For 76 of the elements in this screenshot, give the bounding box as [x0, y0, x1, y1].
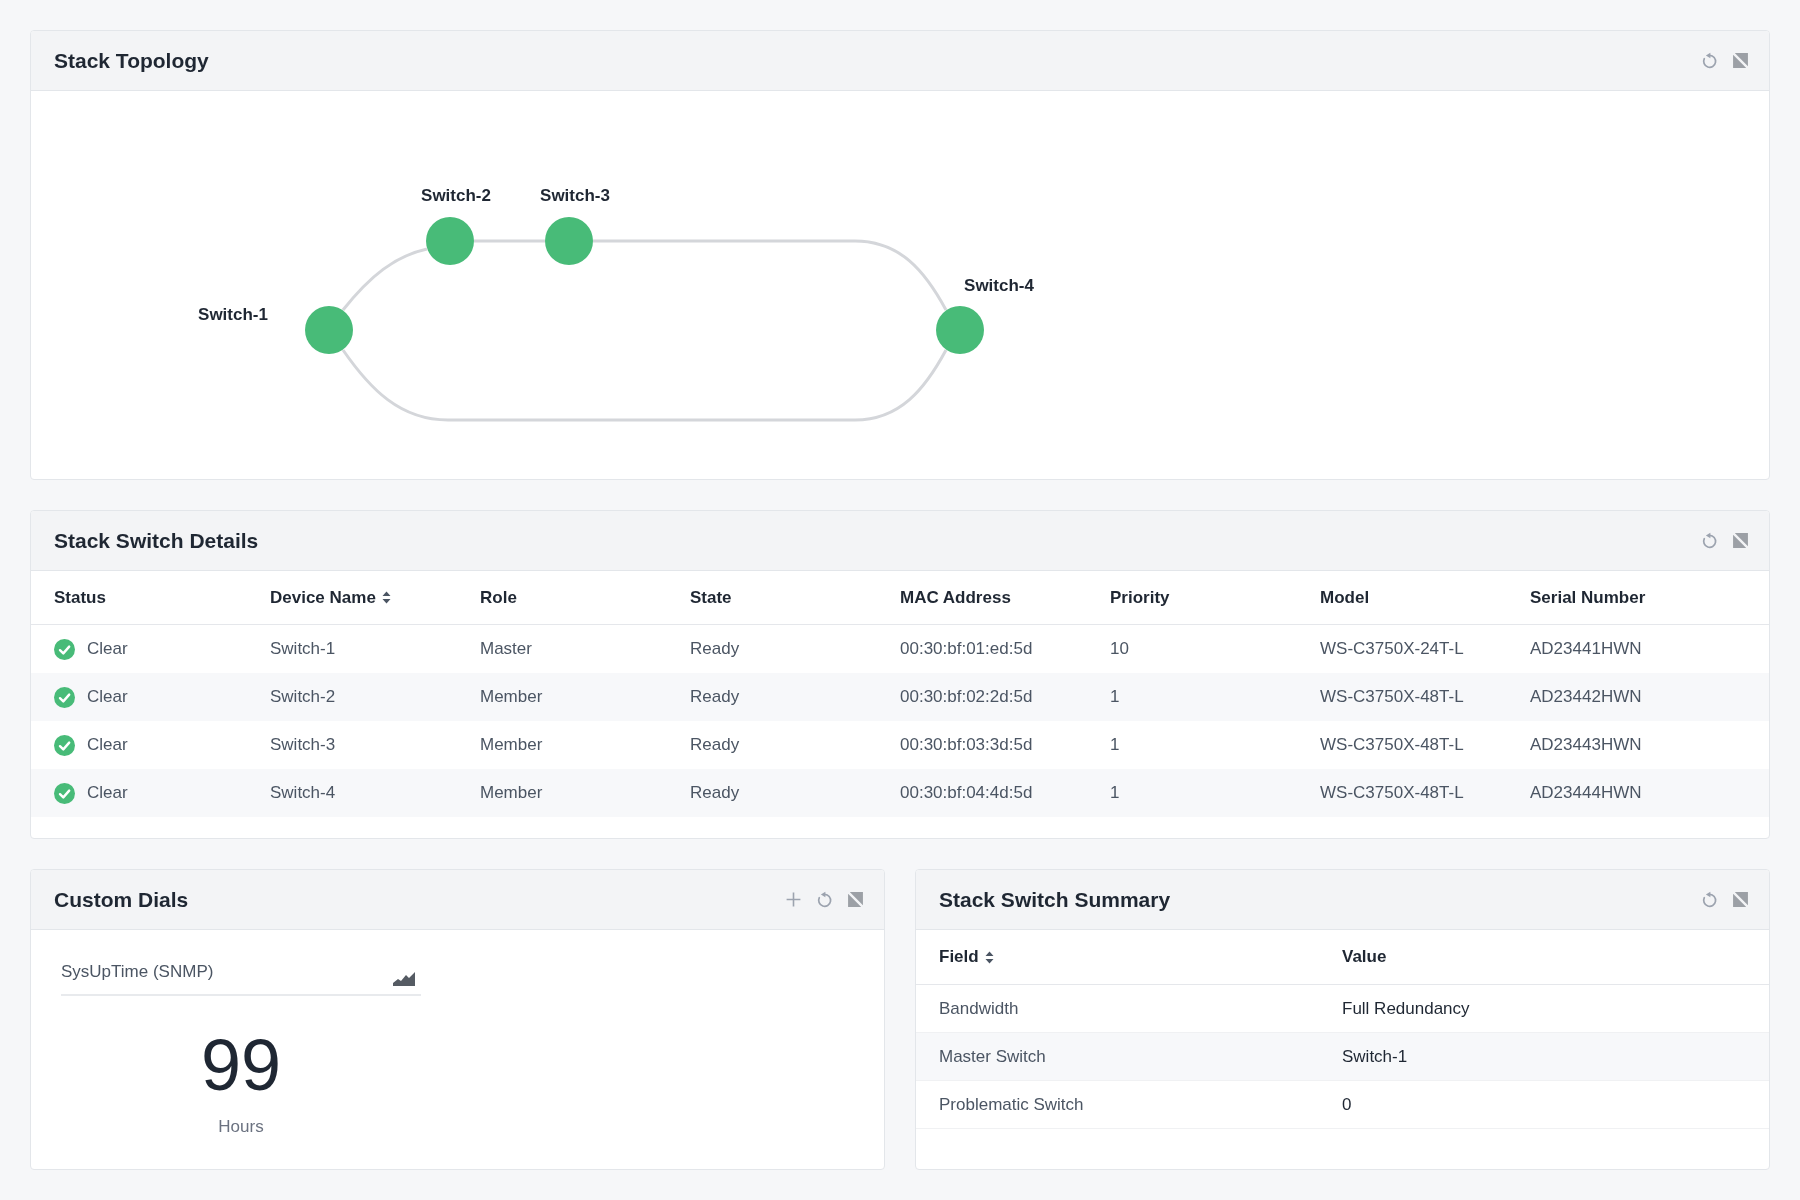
column-header: MAC Address	[900, 587, 1011, 608]
table-cell: Ready	[690, 687, 740, 707]
table-cell: Switch-4	[270, 783, 336, 803]
panel-title: Custom Dials	[54, 887, 189, 912]
column-header: Serial Number	[1530, 587, 1646, 608]
table-cell: AD23441HWN	[1530, 639, 1642, 659]
table-cell: Member	[480, 783, 543, 803]
table-cell: Clear	[87, 687, 128, 707]
table-cell: 1	[1110, 687, 1120, 707]
column-header: Model	[1320, 587, 1370, 608]
table-cell: Master Switch	[939, 1046, 1046, 1067]
table-cell: Ready	[690, 639, 740, 659]
column-header: Status	[54, 587, 106, 608]
table-cell: 1	[1110, 783, 1120, 803]
add-icon[interactable]	[785, 891, 802, 908]
refresh-icon[interactable]	[1701, 891, 1718, 908]
table-cell: Clear	[87, 735, 128, 755]
dial-unit: Hours	[218, 1117, 264, 1137]
panel-title: Stack Topology	[54, 48, 209, 73]
table-cell: 00:30:bf:01:ed:5d	[900, 639, 1033, 659]
column-header: Priority	[1110, 587, 1170, 608]
table-cell: Member	[480, 687, 543, 707]
table-cell: Switch-2	[270, 687, 336, 707]
refresh-icon[interactable]	[1701, 52, 1718, 69]
node-label: Switch-3	[540, 186, 610, 205]
table-cell: 00:30:bf:02:2d:5d	[900, 687, 1033, 707]
table-cell: Problematic Switch	[939, 1094, 1084, 1115]
table-cell: Ready	[690, 735, 740, 755]
dial-value: 99	[200, 1025, 282, 1105]
table-cell: Clear	[87, 639, 128, 659]
table-cell: AD23443HWN	[1530, 735, 1642, 755]
expand-icon[interactable]	[847, 891, 864, 908]
table-cell: 10	[1110, 639, 1129, 659]
table-cell: AD23442HWN	[1530, 687, 1642, 707]
node-label: Switch-4	[964, 276, 1034, 295]
panel-title: Stack Switch Summary	[939, 887, 1171, 912]
table-cell: Bandwidth	[939, 998, 1019, 1019]
table-cell: Full Redundancy	[1342, 998, 1470, 1019]
expand-icon[interactable]	[1732, 52, 1749, 69]
column-header: Field	[939, 947, 979, 967]
refresh-icon[interactable]	[816, 891, 833, 908]
table-cell: 0	[1342, 1094, 1352, 1115]
column-header: Role	[480, 587, 517, 608]
switch-node	[545, 217, 593, 265]
table-cell: 00:30:bf:03:3d:5d	[900, 735, 1033, 755]
switch-node	[305, 306, 353, 354]
column-header: Device Name	[270, 587, 376, 608]
table-cell: Ready	[690, 783, 740, 803]
node-label: Switch-1	[198, 305, 268, 324]
dial-name: SysUpTime (SNMP)	[61, 962, 214, 982]
sort-icon[interactable]	[381, 591, 391, 604]
sort-icon[interactable]	[984, 950, 994, 964]
table-cell: WS-C3750X-48T-L	[1320, 783, 1464, 803]
table-cell: WS-C3750X-48T-L	[1320, 687, 1464, 707]
table-cell: Master	[480, 639, 532, 659]
expand-icon[interactable]	[1732, 891, 1749, 908]
table-cell: Member	[480, 735, 543, 755]
table-cell: AD23444HWN	[1530, 783, 1642, 803]
switch-node	[426, 217, 474, 265]
link-line	[474, 239, 545, 243]
panel-title: Stack Switch Details	[54, 528, 259, 553]
node-label: Switch-2	[421, 186, 491, 205]
column-header: State	[690, 587, 732, 608]
table-cell: WS-C3750X-24T-L	[1320, 639, 1464, 659]
column-header: Value	[1342, 947, 1387, 967]
area-chart-icon[interactable]	[393, 970, 415, 986]
refresh-icon[interactable]	[1701, 532, 1718, 549]
table-cell: Switch-1	[270, 639, 336, 659]
table-cell: Switch-1	[1342, 1046, 1408, 1067]
table-cell: Clear	[87, 783, 128, 803]
switch-node	[936, 306, 984, 354]
expand-icon[interactable]	[1732, 532, 1749, 549]
table-cell: Switch-3	[270, 735, 336, 755]
table-cell: 1	[1110, 735, 1120, 755]
table-cell: 00:30:bf:04:4d:5d	[900, 783, 1033, 803]
table-cell: WS-C3750X-48T-L	[1320, 735, 1464, 755]
